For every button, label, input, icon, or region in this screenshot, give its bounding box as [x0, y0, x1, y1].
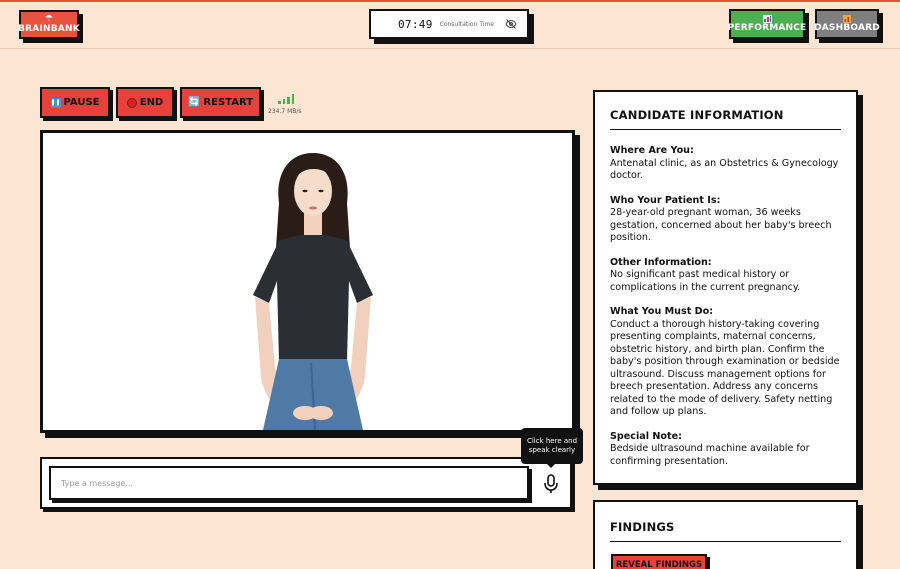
bar-chart-icon: [762, 14, 772, 23]
microphone-icon[interactable]: [542, 473, 560, 495]
section-label: Other Information:: [610, 256, 712, 268]
brainbank-label: BRAINBANK: [18, 23, 80, 34]
umbrella-icon: ☂: [44, 13, 54, 24]
info-section-patient: Who Your Patient Is: 28-year-old pregnan…: [610, 195, 841, 245]
info-section-location: Where Are You: Antenatal clinic, as an O…: [610, 145, 841, 183]
performance-label: PERFORMANCE: [727, 22, 807, 33]
eye-off-icon[interactable]: [505, 18, 517, 30]
pause-label: PAUSE: [63, 97, 100, 108]
network-speed: 234.7 MB/s: [268, 108, 302, 115]
restart-label: RESTART: [203, 97, 254, 108]
end-label: END: [139, 97, 164, 108]
dashboard-icon: [843, 14, 851, 23]
mic-tooltip: Click here and speak clearly: [521, 428, 583, 468]
candidate-info-title: CANDIDATE INFORMATION: [610, 108, 841, 130]
candidate-info-panel: CANDIDATE INFORMATION Where Are You: Ant…: [593, 90, 858, 485]
timer-value: 07:49: [398, 17, 433, 31]
section-text: Conduct a thorough history-taking coveri…: [610, 318, 840, 418]
top-accent-line: [0, 0, 900, 2]
refresh-icon: 🔄: [187, 97, 201, 108]
pause-button[interactable]: ❚❚ PAUSE: [40, 87, 110, 118]
patient-avatar: [43, 133, 572, 430]
dashboard-button[interactable]: DASHBOARD: [814, 9, 880, 39]
brainbank-button[interactable]: ☂ BRAINBANK: [18, 10, 80, 39]
info-section-note: Special Note: Bedside ultrasound machine…: [610, 431, 841, 469]
reveal-findings-button[interactable]: REVEAL FINDINGS: [611, 554, 707, 569]
section-text: Antenatal clinic, as an Obstetrics & Gyn…: [610, 157, 839, 182]
header-divider: [0, 48, 900, 49]
section-label: What You Must Do:: [610, 306, 714, 317]
section-label: Special Note:: [610, 430, 682, 442]
section-text: No significant past medical history or c…: [610, 269, 801, 293]
dashboard-label: DASHBOARD: [814, 22, 880, 33]
info-section-other: Other Information: No significant past m…: [610, 257, 841, 295]
message-input[interactable]: [49, 466, 529, 500]
findings-panel: FINDINGS REVEAL FINDINGS: [593, 500, 858, 569]
red-circle-icon: [126, 97, 137, 108]
restart-button[interactable]: 🔄 RESTART: [180, 87, 261, 118]
video-panel: [40, 130, 575, 433]
end-button[interactable]: END: [116, 87, 174, 118]
findings-title: FINDINGS: [610, 520, 841, 542]
performance-button[interactable]: PERFORMANCE: [727, 9, 807, 39]
consultation-timer: 07:49 Consultation Time: [369, 9, 529, 39]
section-text: Bedside ultrasound machine available for…: [610, 443, 810, 467]
signal-bars-icon: [278, 94, 294, 104]
section-label: Who Your Patient Is:: [610, 194, 721, 206]
pause-icon: ❚❚: [50, 97, 61, 108]
timer-label: Consultation Time: [439, 20, 494, 28]
info-section-tasks: What You Must Do: Conduct a thorough his…: [610, 306, 841, 419]
section-text: 28-year-old pregnant woman, 36 weeks ges…: [610, 207, 832, 243]
section-label: Where Are You:: [610, 145, 694, 156]
message-bar: [40, 457, 572, 509]
